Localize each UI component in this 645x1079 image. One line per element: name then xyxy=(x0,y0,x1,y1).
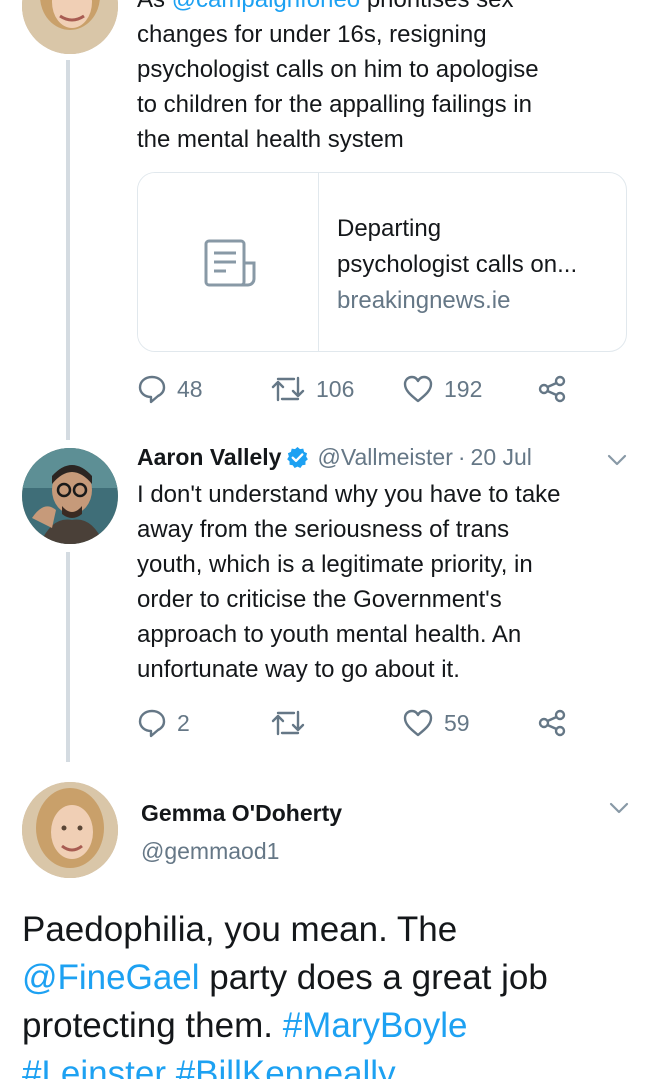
tweet-line: Paedophilia, you mean. The xyxy=(22,910,458,949)
card-thumbnail xyxy=(138,173,319,351)
tweet-line: I don't understand why you have to take xyxy=(137,481,561,508)
reply-icon xyxy=(138,709,166,738)
hashtag-link[interactable]: #BillKenneally xyxy=(176,1054,396,1079)
like-button[interactable]: 192 xyxy=(402,374,482,404)
chevron-down-icon[interactable] xyxy=(606,452,628,468)
like-count: 59 xyxy=(444,709,470,736)
display-name[interactable]: Gemma O'Doherty xyxy=(141,800,342,827)
avatar[interactable] xyxy=(22,0,118,54)
first-tweet-line: changes for under 16s, resigning xyxy=(137,21,487,48)
reply-icon xyxy=(138,375,166,404)
tweet-line: protecting them. #MaryBoyle xyxy=(22,1006,468,1045)
share-icon xyxy=(538,375,566,403)
hashtag-link[interactable]: #Leinster xyxy=(22,1054,166,1079)
thread-line xyxy=(66,60,70,440)
link-card[interactable]: Departing psychologist calls on... break… xyxy=(137,172,627,352)
retweet-icon xyxy=(271,376,305,402)
tweet-date[interactable]: 20 Jul xyxy=(471,444,532,471)
retweet-count: 106 xyxy=(316,375,355,402)
tweet-header: Aaron Vallely @Vallmeister · 20 Jul xyxy=(137,444,532,471)
card-title: psychologist calls on... xyxy=(337,251,578,278)
avatar-image xyxy=(22,0,118,54)
avatar[interactable] xyxy=(22,782,118,878)
avatar[interactable] xyxy=(22,448,118,544)
heart-icon xyxy=(403,375,433,403)
retweet-button[interactable]: 106 xyxy=(270,374,354,404)
tweet-line: unfortunate way to go about it. xyxy=(137,656,460,683)
tweet-line: @FineGael party does a great job xyxy=(22,958,548,997)
like-count: 192 xyxy=(444,375,483,402)
first-tweet-line: to children for the appalling failings i… xyxy=(137,91,532,118)
mention-link[interactable]: @FineGael xyxy=(22,958,200,997)
tweet-line: order to criticise the Government's xyxy=(137,586,502,613)
reply-count: 48 xyxy=(177,375,203,402)
main-tweet-text: Paedophilia, you mean. The @FineGael par… xyxy=(22,906,637,1079)
tweet-line: youth, which is a legitimate priority, i… xyxy=(137,551,533,578)
first-tweet-line: the mental health system xyxy=(137,126,404,153)
second-tweet-text: I don't understand why you have to take … xyxy=(137,477,627,687)
user-handle[interactable]: @gemmaod1 xyxy=(141,838,279,865)
mention-link[interactable]: @campaignforleo xyxy=(172,0,360,13)
first-tweet-line: psychologist calls on him to apologise xyxy=(137,56,539,83)
tweet-line: away from the seriousness of trans xyxy=(137,516,510,543)
first-tweet-text: As @campaignforleo prioritises sex chang… xyxy=(137,0,627,157)
display-name[interactable]: Aaron Vallely xyxy=(137,444,281,471)
reply-count: 2 xyxy=(177,709,190,736)
verified-badge-icon xyxy=(287,446,309,468)
card-title: Departing xyxy=(337,215,442,242)
chevron-down-icon[interactable] xyxy=(608,800,630,816)
share-button[interactable] xyxy=(537,708,567,738)
user-handle[interactable]: @Vallmeister xyxy=(317,444,452,471)
card-domain: breakingnews.ie xyxy=(337,287,511,314)
tweet-line: #Leinster #BillKenneally xyxy=(22,1050,637,1079)
reply-button[interactable]: 48 xyxy=(137,374,203,404)
share-icon xyxy=(538,709,566,737)
retweet-icon xyxy=(271,710,305,736)
tweet-line: approach to youth mental health. An xyxy=(137,621,522,648)
retweet-button[interactable] xyxy=(270,708,316,738)
avatar-image xyxy=(22,448,118,544)
first-tweet-line: As @campaignforleo prioritises sex xyxy=(137,0,627,17)
like-button[interactable]: 59 xyxy=(402,708,470,738)
article-icon xyxy=(204,239,256,287)
hashtag-link[interactable]: #MaryBoyle xyxy=(283,1006,468,1045)
reply-button[interactable]: 2 xyxy=(137,708,190,738)
thread-line xyxy=(66,552,70,762)
card-body: Departing psychologist calls on... break… xyxy=(337,211,577,319)
avatar-image xyxy=(22,782,118,878)
heart-icon xyxy=(403,709,433,737)
share-button[interactable] xyxy=(537,374,567,404)
separator-dot: · xyxy=(457,444,466,470)
